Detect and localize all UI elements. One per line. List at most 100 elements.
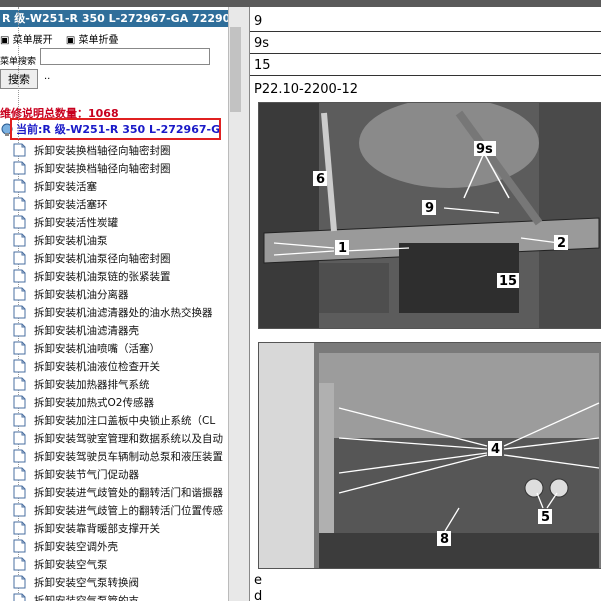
tree-item[interactable]: 拆卸安装节气门促动器 (0, 465, 228, 483)
left-menu-panel: R 级-W251-R 350 L-272967-GA 722906 ▣ 菜单展开… (0, 7, 228, 601)
tree-item[interactable]: 拆卸安装活塞 (0, 177, 228, 195)
tree-item-label: 拆卸安装节气门促动器 (34, 469, 139, 481)
tree-item[interactable]: 拆卸安装机油泵 (0, 231, 228, 249)
document-icon (13, 305, 26, 319)
expand-icon: ▣ (0, 35, 10, 46)
value-row: 15 (250, 55, 601, 76)
figure-reference: P22.10-2200-12 (254, 82, 359, 97)
tree-item[interactable]: 拆卸安装机油泵链的张紧装置 (0, 267, 228, 285)
tree-item-label: 拆卸安装机油泵 (34, 235, 108, 247)
tree-item[interactable]: 拆卸安装换档轴径向轴密封圈 (0, 141, 228, 159)
tree-item-label: 拆卸安装机油滤清器处的油水热交换器 (34, 307, 213, 319)
tree-item-label: 拆卸安装机油滤清器壳 (34, 325, 139, 337)
document-icon (13, 503, 26, 517)
tree-item-label: 拆卸安装活性炭罐 (34, 217, 118, 229)
document-icon (13, 521, 26, 535)
highlight-box (10, 118, 221, 140)
tree-item[interactable]: 拆卸安装靠背暖部支撑开关 (0, 519, 228, 537)
tree-item[interactable]: 拆卸安装进气歧管上的翻转活门位置传感 (0, 501, 228, 519)
menu-title-bar: R 级-W251-R 350 L-272967-GA 722906 (0, 10, 228, 27)
tree-item-label: 拆卸安装加热式O2传感器 (34, 397, 154, 409)
tree-item-label: 拆卸安装加注口盖板中央锁止系统（CL (34, 415, 216, 427)
tree-item-label: 拆卸安装加热器排气系统 (34, 379, 150, 391)
callout-2: 2 (557, 236, 566, 251)
tree-item-label: 拆卸安装空气泵 (34, 559, 108, 571)
menu-title: R 级-W251-R 350 L-272967-GA 722906 (2, 12, 228, 25)
document-icon (13, 359, 26, 373)
tree-item[interactable]: 拆卸安装加热器排气系统 (0, 375, 228, 393)
tree-item[interactable]: 拆卸安装活塞环 (0, 195, 228, 213)
document-icon (13, 341, 26, 355)
tree-item[interactable]: 拆卸安装空气泵转换阀 (0, 573, 228, 591)
document-icon (13, 377, 26, 391)
collapse-icon: ▣ (65, 35, 76, 46)
callout-5: 5 (541, 510, 550, 525)
value-row: 9s (250, 33, 601, 54)
tree-item[interactable]: 拆卸安装换档轴径向轴密封圈 (0, 159, 228, 177)
tree-item-label: 拆卸安装进气歧管上的翻转活门位置传感 (34, 505, 223, 517)
document-icon (13, 215, 26, 229)
callout-8: 8 (440, 532, 449, 547)
tree-item[interactable]: 拆卸安装机油滤清器壳 (0, 321, 228, 339)
tree-item-label: 拆卸安装机油分离器 (34, 289, 129, 301)
document-icon (13, 413, 26, 427)
tree-item[interactable]: 拆卸安装驾驶室管理和数据系统以及自动 (0, 429, 228, 447)
callout-15: 15 (499, 274, 517, 289)
document-icon (13, 467, 26, 481)
document-icon (13, 395, 26, 409)
tree-item-label: 拆卸安装机油泵链的张紧装置 (34, 271, 171, 283)
search-dots: .. (44, 71, 51, 82)
tree-item-label: 拆卸安装机油喷嘴（活塞） (34, 343, 160, 355)
tree-item[interactable]: 拆卸安装机油泵径向轴密封圈 (0, 249, 228, 267)
document-icon (13, 197, 26, 211)
document-icon (13, 179, 26, 193)
menu-collapse-link[interactable]: 菜单折叠 (78, 35, 118, 46)
tree-item[interactable]: 拆卸安装机油液位检查开关 (0, 357, 228, 375)
document-icon (13, 539, 26, 553)
callout-4: 4 (491, 442, 500, 457)
tree-item-label: 拆卸安装空气泵管的支 (34, 595, 139, 601)
tree-item-label: 拆卸安装进气歧管处的翻转活门和谐振器 (34, 487, 223, 499)
tree-item[interactable]: 拆卸安装机油滤清器处的油水热交换器 (0, 303, 228, 321)
trailing-row: d (254, 589, 263, 604)
document-icon (13, 143, 26, 157)
callout-1: 1 (338, 241, 347, 256)
tree-item-label: 拆卸安装驾驶室管理和数据系统以及自动 (34, 433, 223, 445)
tree-item[interactable]: 拆卸安装加注口盖板中央锁止系统（CL (0, 411, 228, 429)
document-icon (13, 485, 26, 499)
tree-item-label: 拆卸安装空调外壳 (34, 541, 118, 553)
tree-item-label: 拆卸安装机油泵径向轴密封圈 (34, 253, 171, 265)
left-scrollbar[interactable] (228, 7, 243, 601)
document-icon (13, 251, 26, 265)
search-input[interactable] (40, 48, 210, 65)
document-content: 9 9s 15 P22.10-2200-12 6 9s 9 1 2 15 4 5… (249, 7, 601, 604)
tree-item-label: 拆卸安装活塞 (34, 181, 97, 193)
tree-item[interactable]: 拆卸安装机油分离器 (0, 285, 228, 303)
tree-item[interactable]: 拆卸安装活性炭罐 (0, 213, 228, 231)
document-icon (13, 233, 26, 247)
figure-2-image: 4 5 8 (258, 342, 601, 569)
tree-item-label: 拆卸安装驾驶员车辆制动总泵和液压装置 (34, 451, 223, 463)
document-icon (13, 431, 26, 445)
tree-item-label: 拆卸安装机油液位检查开关 (34, 361, 160, 373)
tree-item[interactable]: 拆卸安装空气泵 (0, 555, 228, 573)
document-icon (13, 575, 26, 589)
tree-item-label: 拆卸安装换档轴径向轴密封圈 (34, 145, 171, 157)
tree-item[interactable]: 拆卸安装空调外壳 (0, 537, 228, 555)
tree-item[interactable]: 拆卸安装机油喷嘴（活塞） (0, 339, 228, 357)
tree-item[interactable]: 拆卸安装驾驶员车辆制动总泵和液压装置 (0, 447, 228, 465)
right-content-panel: 9 9s 15 P22.10-2200-12 6 9s 9 1 2 15 4 5… (243, 7, 601, 604)
callout-9s: 9s (476, 142, 493, 157)
document-icon (13, 557, 26, 571)
trailing-row: e (254, 573, 262, 588)
window-top-strip (0, 0, 601, 7)
document-icon (13, 449, 26, 463)
document-icon (13, 287, 26, 301)
document-icon (13, 593, 26, 601)
tree-item[interactable]: 拆卸安装空气泵管的支 (0, 591, 228, 601)
tree-item[interactable]: 拆卸安装进气歧管处的翻转活门和谐振器 (0, 483, 228, 501)
tree-item[interactable]: 拆卸安装加热式O2传感器 (0, 393, 228, 411)
scrollbar-thumb[interactable] (230, 27, 241, 112)
menu-tree: 拆卸安装换档轴径向轴密封圈 拆卸安装换档轴径向轴密封圈 拆卸安装活塞 拆卸安装活塞环拆… (0, 141, 228, 601)
tree-item-label: 拆卸安装活塞环 (34, 199, 108, 211)
